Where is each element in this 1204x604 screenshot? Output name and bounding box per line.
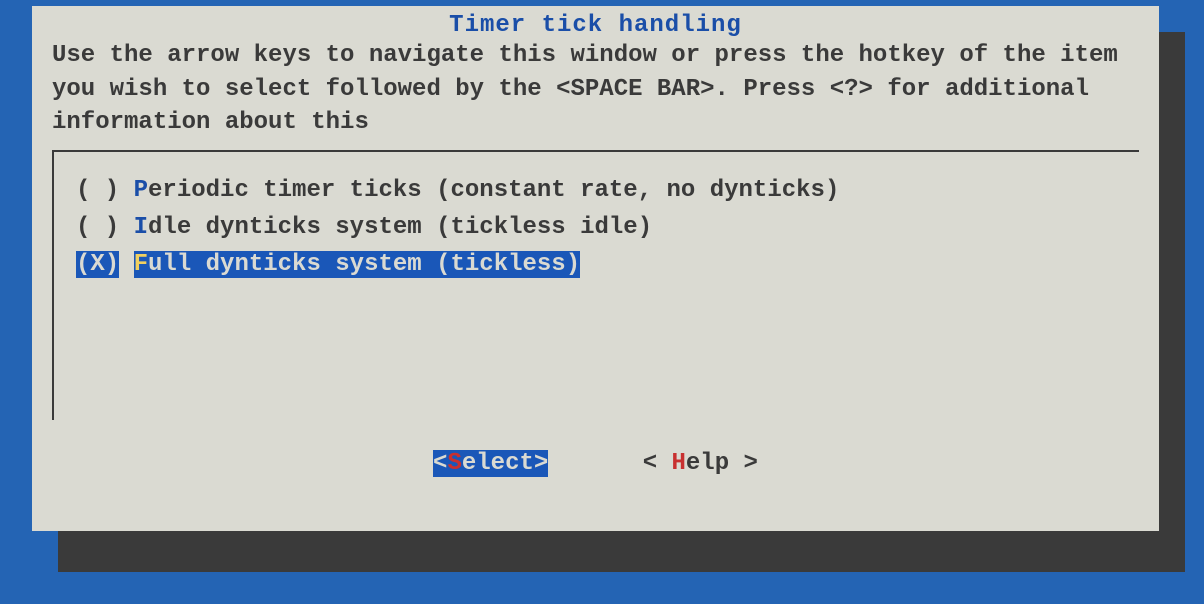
radio-marker: (X)	[76, 251, 119, 278]
option-idle-dynticks[interactable]: ( ) Idle dynticks system (tickless idle)	[76, 209, 1117, 246]
menuconfig-dialog: Timer tick handling Use the arrow keys t…	[32, 6, 1159, 531]
help-button[interactable]: < Help >	[643, 450, 758, 477]
button-hotkey: H	[672, 450, 686, 477]
option-hotkey: P	[134, 177, 148, 204]
option-label: eriodic timer ticks (constant rate, no d…	[148, 177, 839, 204]
dialog-title: Timer tick handling	[52, 12, 1139, 39]
radio-marker: ( )	[76, 214, 119, 241]
option-hotkey: I	[134, 214, 148, 241]
option-label: ull dynticks system (tickless)	[148, 251, 580, 278]
select-button[interactable]: <Select>	[433, 450, 548, 477]
button-hotkey: S	[447, 450, 461, 477]
option-full-dynticks[interactable]: (X) Full dynticks system (tickless)	[76, 246, 1117, 283]
option-periodic[interactable]: ( ) Periodic timer ticks (constant rate,…	[76, 172, 1117, 209]
dialog-buttons: <Select> < Help >	[52, 450, 1139, 477]
radio-marker: ( )	[76, 177, 119, 204]
option-label: dle dynticks system (tickless idle)	[148, 214, 652, 241]
option-hotkey: F	[134, 251, 148, 278]
dialog-instructions: Use the arrow keys to navigate this wind…	[52, 39, 1139, 140]
options-box: ( ) Periodic timer ticks (constant rate,…	[52, 150, 1139, 420]
